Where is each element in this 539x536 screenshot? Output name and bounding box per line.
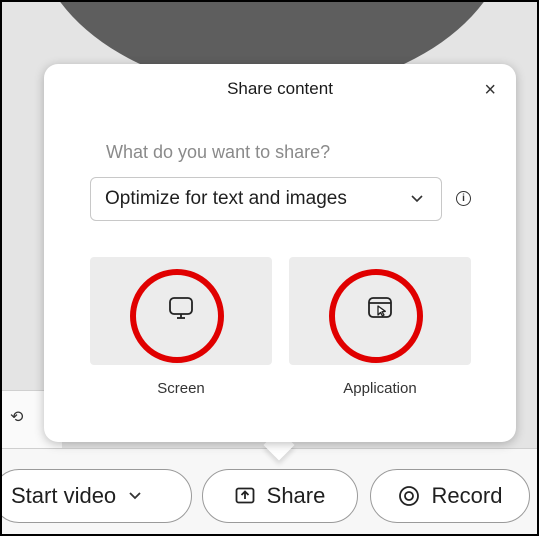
application-window-icon <box>368 297 392 318</box>
monitor-icon <box>169 297 193 319</box>
optimize-select[interactable]: Optimize for text and images <box>90 177 442 221</box>
start-video-button[interactable]: Start video <box>2 469 192 523</box>
record-label: Record <box>431 483 503 508</box>
share-button[interactable]: Share <box>202 469 358 523</box>
record-icon <box>398 486 419 506</box>
start-video-label: Start video <box>11 483 117 508</box>
refresh-icon[interactable]: ⟲ <box>10 407 23 427</box>
info-icon[interactable]: i <box>456 191 471 206</box>
share-question: What do you want to share? <box>106 142 331 162</box>
application-option-label: Application <box>343 380 417 397</box>
dialog-title: Share content <box>227 79 333 98</box>
screen-option-label: Screen <box>157 380 205 397</box>
optimize-select-value: Optimize for text and images <box>105 188 347 209</box>
share-screen-option[interactable] <box>90 257 272 365</box>
chevron-down-icon <box>129 492 141 500</box>
chevron-down-icon <box>411 195 423 203</box>
meeting-window: ⟲ Start video Share Record Share content… <box>0 0 539 536</box>
share-application-option[interactable] <box>289 257 471 365</box>
share-content-dialog: Share content × What do you want to shar… <box>44 64 516 442</box>
record-button[interactable]: Record <box>370 469 530 523</box>
share-label: Share <box>266 483 326 508</box>
close-icon[interactable]: × <box>484 80 496 100</box>
share-icon <box>235 487 255 504</box>
meeting-controls-bar: Start video Share Record <box>2 448 537 534</box>
